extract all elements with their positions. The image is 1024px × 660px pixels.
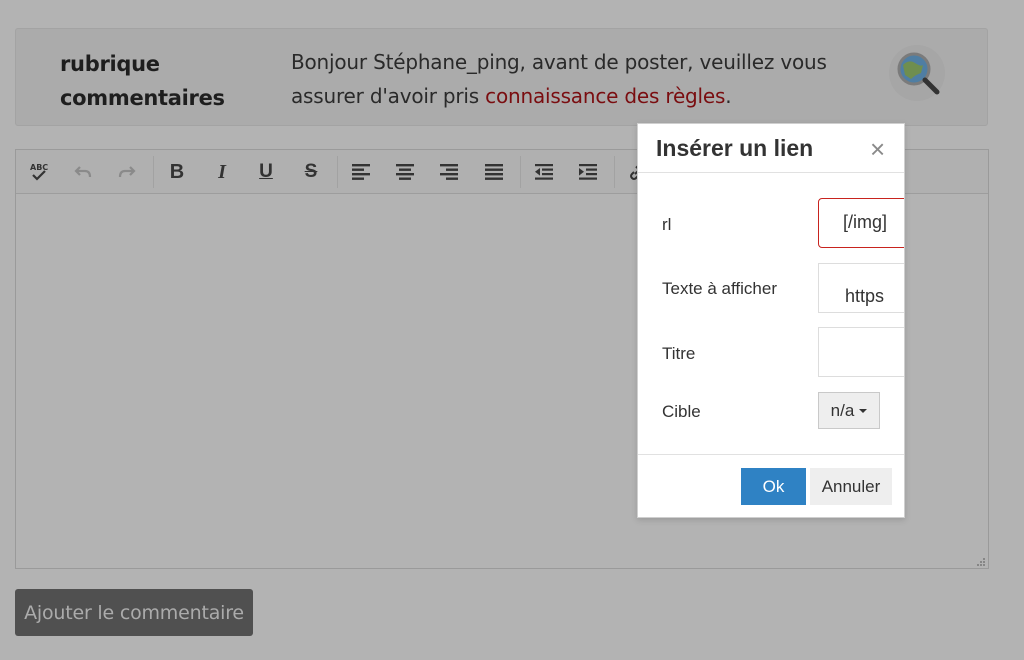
- redo-icon[interactable]: [112, 158, 142, 186]
- display-text-value: https: [845, 286, 885, 306]
- caret-down-icon: [859, 408, 868, 413]
- greeting-suffix: .: [725, 84, 732, 108]
- target-value: n/a: [830, 400, 855, 420]
- bold-icon[interactable]: B: [162, 158, 192, 186]
- dialog-footer-divider: [638, 454, 904, 455]
- add-comment-button[interactable]: Ajouter le commentaire: [15, 589, 253, 636]
- toolbar-separator: [337, 156, 338, 188]
- url-value: [/img]: [843, 212, 888, 232]
- underline-icon[interactable]: U: [251, 158, 281, 186]
- dialog-header-divider: [638, 172, 904, 173]
- toolbar-separator: [520, 156, 521, 188]
- url-input[interactable]: [/img]: [818, 198, 904, 248]
- align-right-icon[interactable]: [434, 158, 464, 186]
- undo-icon[interactable]: [68, 158, 98, 186]
- resize-handle-icon[interactable]: [975, 555, 985, 566]
- title-input[interactable]: [818, 327, 904, 377]
- insert-link-dialog: Insérer un lien × rl [/img] Texte à affi…: [637, 123, 905, 518]
- toolbar-separator: [153, 156, 154, 188]
- strikethrough-icon[interactable]: S: [296, 158, 326, 186]
- section-label: rubrique commentaires: [60, 52, 225, 110]
- close-icon[interactable]: ×: [870, 136, 885, 162]
- greeting-text: Bonjour Stéphane_ping, avant de poster, …: [291, 45, 851, 113]
- spellcheck-icon[interactable]: ABC: [24, 158, 54, 186]
- display-text-label: Texte à afficher: [662, 279, 777, 298]
- indent-icon[interactable]: [573, 158, 603, 186]
- rules-link[interactable]: connaissance des règles: [485, 84, 725, 108]
- italic-icon[interactable]: I: [207, 158, 237, 186]
- justify-icon[interactable]: [479, 158, 509, 186]
- target-select[interactable]: n/a: [818, 392, 880, 429]
- align-center-icon[interactable]: [390, 158, 420, 186]
- outdent-icon[interactable]: [529, 158, 559, 186]
- search-globe-icon[interactable]: [889, 45, 945, 101]
- title-label: Titre: [662, 344, 696, 363]
- info-panel: rubrique commentaires Bonjour Stéphane_p…: [15, 28, 988, 126]
- svg-text:ABC: ABC: [30, 163, 48, 172]
- target-label: Cible: [662, 402, 701, 421]
- dialog-title: Insérer un lien: [656, 135, 814, 161]
- display-text-input[interactable]: https: [818, 263, 904, 313]
- toolbar-separator: [614, 156, 615, 188]
- url-label: rl: [662, 215, 672, 234]
- cancel-button[interactable]: Annuler: [810, 468, 892, 505]
- align-left-icon[interactable]: [346, 158, 376, 186]
- ok-button[interactable]: Ok: [741, 468, 806, 505]
